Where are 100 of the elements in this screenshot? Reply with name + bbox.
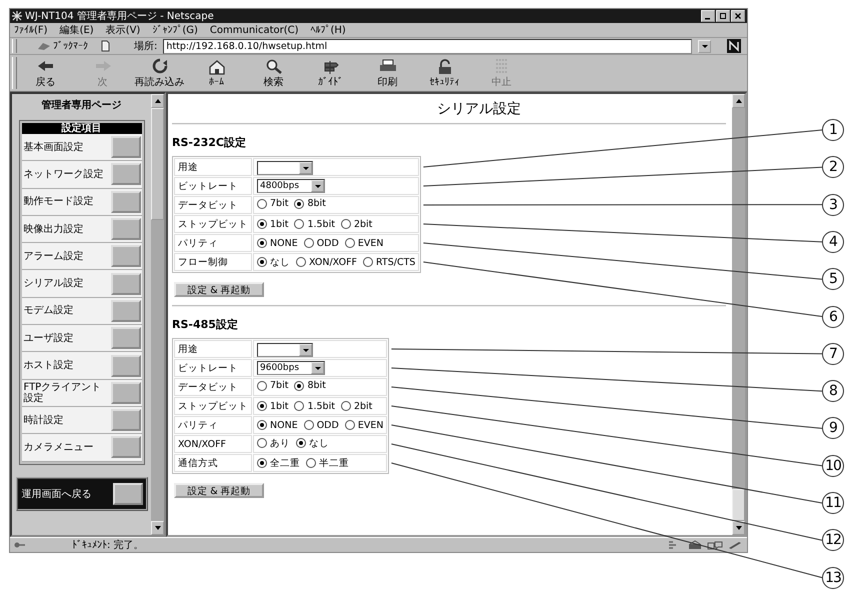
scroll-down-icon[interactable] — [151, 521, 164, 535]
radio-button[interactable] — [257, 420, 267, 430]
discussion-icon[interactable] — [707, 540, 723, 550]
radio-button[interactable] — [294, 380, 304, 391]
menu-item[interactable]: 表示(V) — [106, 23, 140, 37]
menu-item-button[interactable] — [110, 190, 140, 213]
radio-option[interactable]: 7bit — [257, 380, 288, 392]
menu-item[interactable]: ｼﾞｬﾝﾌﾟ(G) — [152, 24, 198, 36]
composer-icon[interactable] — [727, 540, 743, 550]
menu-item[interactable]: Communicator(C) — [210, 24, 299, 36]
radio-option[interactable]: 8bit — [294, 380, 326, 392]
apply-restart-button[interactable]: 設定 & 再起動 — [174, 282, 264, 297]
menu-item[interactable]: 編集(E) — [60, 23, 94, 37]
dropdown[interactable] — [257, 160, 313, 174]
radio-button[interactable] — [296, 257, 306, 267]
radio-button[interactable] — [257, 401, 267, 412]
radio-option[interactable]: NONE — [257, 238, 298, 249]
radio-button[interactable] — [363, 257, 373, 267]
home-icon — [206, 58, 226, 74]
scroll-up-icon[interactable] — [732, 94, 745, 108]
page-icon[interactable] — [100, 40, 110, 52]
menu-item-button[interactable] — [110, 163, 140, 186]
bookmarks-button[interactable]: ﾌﾞｯｸﾏｰｸ — [37, 40, 88, 52]
radio-button[interactable] — [304, 238, 314, 248]
radio-option[interactable]: ODD — [304, 238, 339, 249]
radio-option[interactable]: ODD — [304, 420, 339, 431]
radio-option[interactable]: EVEN — [344, 420, 384, 431]
radio-button[interactable] — [257, 380, 267, 391]
radio-option[interactable]: なし — [296, 436, 329, 450]
radio-option[interactable]: なし — [257, 256, 290, 268]
menu-item[interactable]: ﾍﾙﾌﾟ(H) — [310, 24, 346, 36]
scroll-up-icon[interactable] — [151, 94, 164, 108]
scrollbar[interactable] — [151, 94, 164, 535]
toolbar-button[interactable]: ｶﾞｲﾄﾞ — [302, 58, 359, 88]
radio-option[interactable]: 7bit — [257, 198, 288, 210]
scroll-thumb[interactable] — [732, 489, 745, 521]
radio-button[interactable] — [294, 198, 304, 209]
menu-item-button[interactable] — [110, 272, 140, 295]
radio-button[interactable] — [294, 401, 304, 412]
dropdown[interactable]: 9600bps — [257, 361, 326, 375]
menu-item-button[interactable] — [110, 436, 140, 458]
toolbar-button[interactable]: ﾎｰﾑ — [188, 58, 245, 88]
radio-option[interactable]: 1bit — [257, 400, 288, 412]
minimize-button[interactable] — [701, 10, 715, 22]
radio-option[interactable]: 1bit — [257, 218, 288, 230]
dropdown[interactable] — [257, 342, 313, 356]
menu-item-button[interactable] — [110, 382, 140, 404]
radio-option[interactable]: 8bit — [294, 198, 326, 210]
radio-option[interactable]: RTS/CTS — [363, 256, 416, 268]
mail-icon[interactable] — [687, 540, 703, 550]
menu-item-button[interactable] — [110, 300, 140, 322]
radio-option[interactable]: 2bit — [340, 218, 372, 230]
menu-item-button[interactable] — [110, 327, 140, 350]
toolbar-button[interactable]: 戻る — [17, 58, 74, 88]
menu-item-button[interactable] — [110, 409, 140, 432]
toolbar-button[interactable]: 再読み込み — [131, 58, 188, 88]
menu-item[interactable]: ﾌｧｲﾙ(F) — [14, 24, 48, 36]
radio-button[interactable] — [257, 238, 267, 248]
back-button[interactable] — [112, 482, 142, 505]
menu-item-button[interactable] — [110, 136, 140, 158]
radio-button[interactable] — [296, 438, 306, 448]
radio-button[interactable] — [304, 420, 314, 430]
url-field[interactable]: http://192.168.0.10/hwsetup.html — [163, 38, 692, 54]
radio-button[interactable] — [340, 219, 351, 230]
toolbar-button[interactable]: 印刷 — [359, 58, 416, 88]
dropdown[interactable]: 4800bps — [257, 179, 326, 193]
radio-option[interactable]: あり — [257, 436, 290, 450]
radio-option[interactable]: XON/XOFF — [296, 256, 357, 268]
toolbar-button[interactable]: 検索 — [245, 58, 302, 88]
radio-option[interactable]: 全二重 — [257, 456, 300, 470]
toolbar-button[interactable]: ｾｷｭﾘﾃｨ — [416, 58, 473, 88]
apply-restart-button[interactable]: 設定 & 再起動 — [174, 483, 264, 498]
menu-item-button[interactable] — [110, 245, 140, 268]
radio-button[interactable] — [344, 238, 355, 248]
radio-option[interactable]: 1.5bit — [294, 400, 335, 412]
radio-option[interactable]: 1.5bit — [294, 218, 335, 230]
radio-button[interactable] — [294, 219, 304, 230]
radio-button[interactable] — [306, 458, 316, 468]
menu-item-button[interactable] — [110, 218, 140, 240]
radio-option[interactable]: NONE — [257, 420, 298, 431]
close-button[interactable] — [731, 10, 745, 22]
menu-item-button[interactable] — [110, 354, 140, 377]
radio-option[interactable]: EVEN — [344, 238, 384, 249]
callout-number: 8 — [822, 380, 844, 402]
radio-button[interactable] — [257, 458, 267, 468]
scroll-thumb[interactable] — [151, 108, 164, 220]
radio-button[interactable] — [340, 401, 351, 412]
radio-button[interactable] — [344, 420, 355, 430]
radio-button[interactable] — [257, 219, 267, 230]
radio-button[interactable] — [257, 257, 267, 267]
radio-option[interactable]: 半二重 — [306, 456, 349, 470]
menu-item-label: シリアル設定 — [22, 278, 84, 290]
scroll-down-icon[interactable] — [732, 521, 745, 535]
radio-option[interactable]: 2bit — [340, 400, 372, 412]
radio-button[interactable] — [257, 438, 267, 448]
maximize-button[interactable] — [716, 10, 730, 22]
scrollbar[interactable] — [732, 94, 745, 535]
callout-number: 12 — [822, 529, 844, 552]
netscape-logo[interactable] — [727, 39, 741, 53]
radio-button[interactable] — [257, 198, 267, 209]
